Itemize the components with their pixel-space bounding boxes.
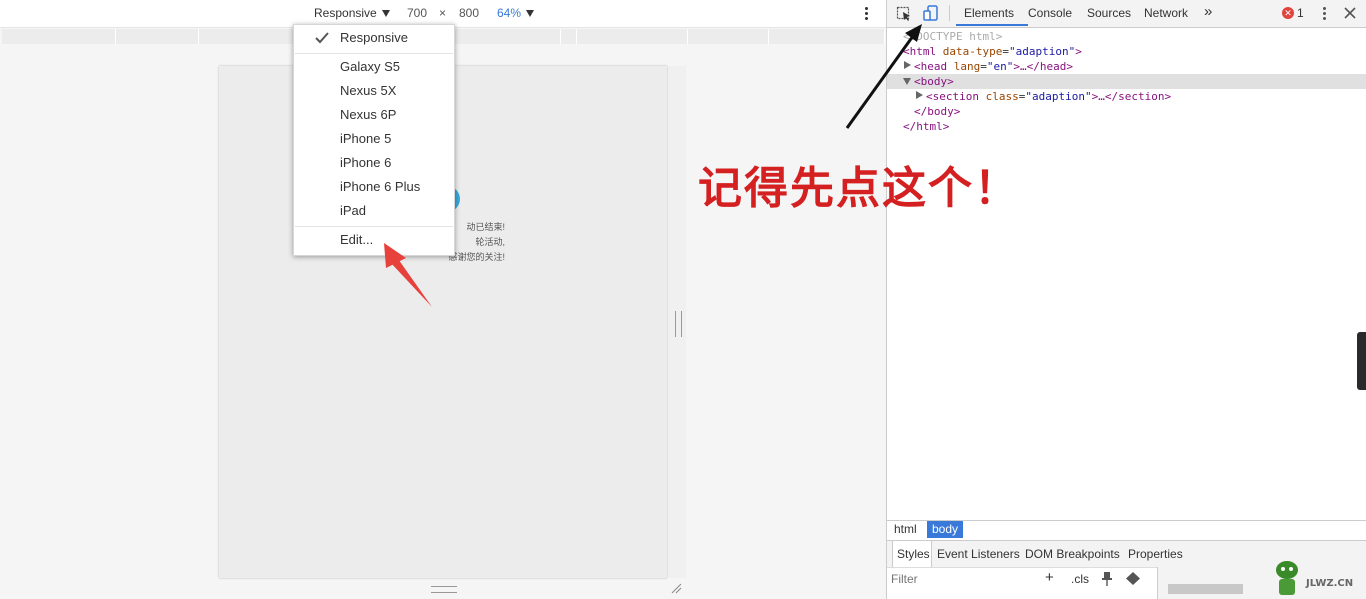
- width-input[interactable]: 700: [400, 6, 434, 20]
- filter-input[interactable]: [889, 569, 1033, 589]
- breadcrumb-html[interactable]: html: [889, 521, 922, 538]
- zoom-select[interactable]: 64%: [497, 6, 535, 20]
- active-tab-indicator: [956, 24, 1028, 26]
- tag-name: <html: [903, 45, 937, 58]
- dom-body-open[interactable]: <body>: [914, 74, 954, 89]
- pin-icon[interactable]: [1101, 572, 1113, 586]
- dom-body-close[interactable]: </body>: [914, 104, 960, 119]
- selected-node-highlight: [887, 74, 1366, 89]
- attr-name: data-type: [942, 45, 1003, 58]
- error-count[interactable]: 1: [1297, 6, 1304, 20]
- tag-name: >: [1075, 45, 1082, 58]
- tab-event-listeners[interactable]: Event Listeners: [937, 547, 1020, 561]
- attr-value: "en": [986, 60, 1014, 73]
- add-rule-icon[interactable]: +: [1045, 569, 1054, 586]
- menu-item-nexus-6p[interactable]: Nexus 6P: [340, 107, 396, 122]
- chevron-down-icon: [526, 10, 535, 18]
- tag-name: <section: [926, 90, 979, 103]
- tab-elements[interactable]: Elements: [964, 6, 1014, 20]
- resize-corner-icon[interactable]: [670, 582, 682, 594]
- robot-icon: [1276, 561, 1298, 595]
- height-input[interactable]: 800: [452, 6, 486, 20]
- device-toolbar-toggle-icon[interactable]: [923, 5, 939, 22]
- attr-value: "adaption": [1008, 45, 1076, 58]
- device-select[interactable]: Responsive: [314, 6, 390, 20]
- tab-console[interactable]: Console: [1028, 6, 1072, 20]
- tab-sources[interactable]: Sources: [1087, 6, 1131, 20]
- tag-name: <head: [914, 60, 948, 73]
- watermark-logo: JLWZ.CN: [1270, 556, 1366, 599]
- inspect-element-icon[interactable]: [896, 6, 912, 22]
- dimension-separator: ×: [439, 6, 447, 20]
- tag-name: >…</section>: [1091, 90, 1172, 103]
- menu-item-edit[interactable]: Edit...: [340, 232, 373, 247]
- tab-dom-breakpoints[interactable]: DOM Breakpoints: [1025, 547, 1120, 561]
- scrollbar-thumb[interactable]: [1168, 584, 1243, 594]
- tab-network[interactable]: Network: [1144, 6, 1188, 20]
- media-query-segment[interactable]: [543, 29, 561, 44]
- attr-value: "adaption": [1025, 90, 1092, 103]
- close-icon[interactable]: [1344, 7, 1356, 19]
- dom-doctype[interactable]: <!DOCTYPE html>: [903, 29, 1002, 44]
- menu-item-iphone-6[interactable]: iPhone 6: [340, 155, 391, 170]
- menu-item-iphone-5[interactable]: iPhone 5: [340, 131, 391, 146]
- watermark-text: JLWZ.CN: [1306, 578, 1354, 589]
- media-query-segment[interactable]: [688, 29, 769, 44]
- cls-button[interactable]: .cls: [1071, 572, 1089, 586]
- dom-html-close[interactable]: </html>: [903, 119, 949, 134]
- media-query-segment[interactable]: [769, 29, 885, 44]
- resize-handle-bottom[interactable]: [431, 586, 457, 593]
- media-query-segment[interactable]: [561, 29, 577, 44]
- dom-section[interactable]: <section class="adaption">…</section>: [926, 89, 1171, 104]
- side-widget[interactable]: [1357, 332, 1366, 390]
- dom-head[interactable]: <head lang="en">…</head>: [914, 59, 1073, 74]
- menu-item-ipad[interactable]: iPad: [340, 203, 366, 218]
- more-options-icon[interactable]: [864, 5, 870, 21]
- menu-item-nexus-5x[interactable]: Nexus 5X: [340, 83, 396, 98]
- menu-item-iphone-6-plus[interactable]: iPhone 6 Plus: [340, 179, 420, 194]
- device-viewport-area: Responsive 700 × 800 64% 动已结束! 轮活动, 感谢您的…: [0, 0, 886, 599]
- menu-divider: [295, 226, 453, 227]
- error-icon[interactable]: ✕: [1282, 7, 1294, 19]
- tag-name: >…</head>: [1013, 60, 1073, 73]
- checkmark-icon: [315, 32, 329, 44]
- attr-name: class: [985, 90, 1019, 103]
- media-query-segment[interactable]: [199, 29, 296, 44]
- dom-html-open[interactable]: <html data-type="adaption">: [903, 44, 1082, 59]
- menu-divider: [295, 53, 453, 54]
- zoom-label: 64%: [497, 6, 522, 20]
- expand-triangle-icon[interactable]: [916, 91, 923, 99]
- collapse-triangle-icon[interactable]: [903, 78, 911, 85]
- device-dropdown-menu: Responsive Galaxy S5 Nexus 5X Nexus 6P i…: [293, 24, 455, 256]
- chevron-down-icon: [381, 10, 390, 18]
- device-select-label: Responsive: [314, 6, 377, 20]
- devtools-toolbar: Elements Console Sources Network » ✕ 1: [887, 0, 1366, 28]
- devtools-panel: Elements Console Sources Network » ✕ 1 <…: [886, 0, 1366, 599]
- annotation-text: 记得先点这个！: [698, 163, 1020, 214]
- devtools-menu-icon[interactable]: [1322, 5, 1328, 21]
- toolbar-divider: [949, 5, 950, 21]
- tab-properties[interactable]: Properties: [1128, 547, 1183, 561]
- breadcrumb: html body: [887, 520, 1366, 539]
- attr-name: lang: [953, 60, 981, 73]
- resize-handle-right[interactable]: [675, 311, 682, 337]
- media-query-segment[interactable]: [116, 29, 199, 44]
- more-tabs-icon[interactable]: »: [1204, 3, 1212, 20]
- color-format-icon[interactable]: [1126, 572, 1140, 585]
- menu-item-responsive[interactable]: Responsive: [340, 30, 408, 45]
- menu-item-galaxy-s5[interactable]: Galaxy S5: [340, 59, 400, 74]
- expand-triangle-icon[interactable]: [904, 61, 911, 69]
- media-query-segment[interactable]: [577, 29, 688, 44]
- breadcrumb-body[interactable]: body: [927, 521, 964, 538]
- styles-filter-row: + .cls: [887, 567, 1152, 591]
- media-query-segment[interactable]: [2, 29, 116, 44]
- tab-styles[interactable]: Styles: [897, 547, 930, 561]
